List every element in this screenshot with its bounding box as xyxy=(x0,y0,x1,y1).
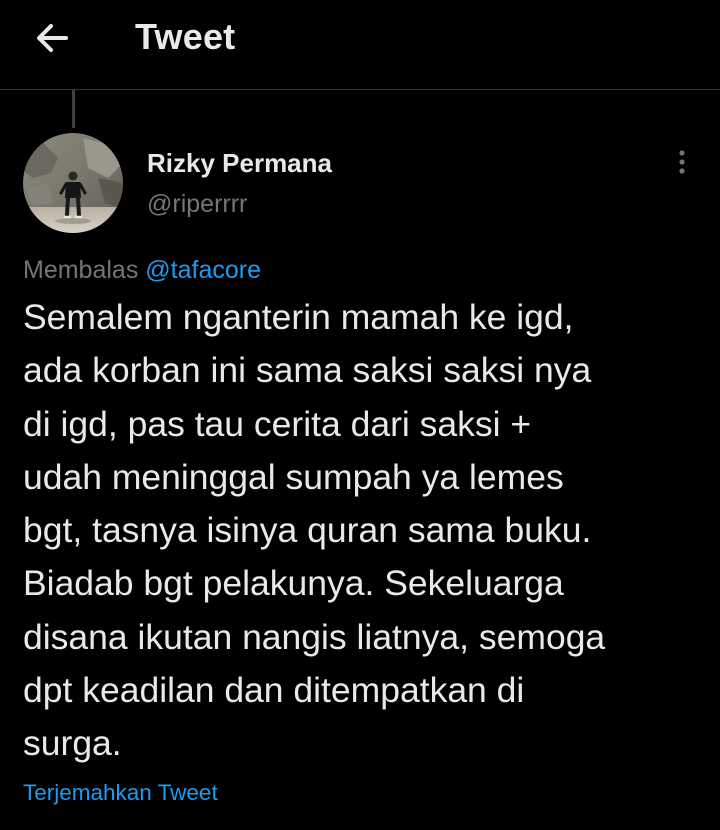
tweet-text-line: di igd, pas tau cerita dari saksi + xyxy=(23,403,532,444)
tweet-text-line: dpt keadilan dan ditempatkan di xyxy=(23,670,525,711)
tweet-text-line: bgt, tasnya isinya quran sama buku. xyxy=(23,510,592,551)
avatar-photo xyxy=(23,133,123,233)
author-handle[interactable]: @riperrrr xyxy=(147,190,247,219)
tweet-text-line: ada korban ini sama saksi saksi nya xyxy=(23,350,592,391)
reply-context: Membalas @tafacore xyxy=(23,256,261,285)
tweet-text: Semalem nganterin mamah ke igd, ada korb… xyxy=(23,291,708,771)
tweet-text-line: disana ikutan nangis liatnya, semoga xyxy=(23,616,606,657)
tweet-text-line: Biadab bgt pelakunya. Sekeluarga xyxy=(23,563,564,604)
tweet-text-line: Semalem nganterin mamah ke igd, xyxy=(23,297,574,337)
thread-connector-line xyxy=(72,90,75,128)
arrow-left-icon xyxy=(37,24,68,52)
back-button[interactable] xyxy=(30,18,74,58)
avatar[interactable] xyxy=(23,133,123,233)
author-display-name[interactable]: Rizky Permana xyxy=(147,148,332,179)
more-vertical-icon xyxy=(679,150,685,174)
more-options-button[interactable] xyxy=(668,148,696,178)
tweet-text-line: udah meninggal sumpah ya lemes xyxy=(23,456,564,497)
top-bar: Tweet xyxy=(0,0,720,90)
reply-mention-link[interactable]: @tafacore xyxy=(145,256,261,284)
page-title: Tweet xyxy=(135,16,236,57)
translate-tweet-link[interactable]: Terjemahkan Tweet xyxy=(23,780,218,806)
reply-prefix: Membalas xyxy=(23,256,139,284)
tweet-text-line: surga. xyxy=(23,723,122,764)
